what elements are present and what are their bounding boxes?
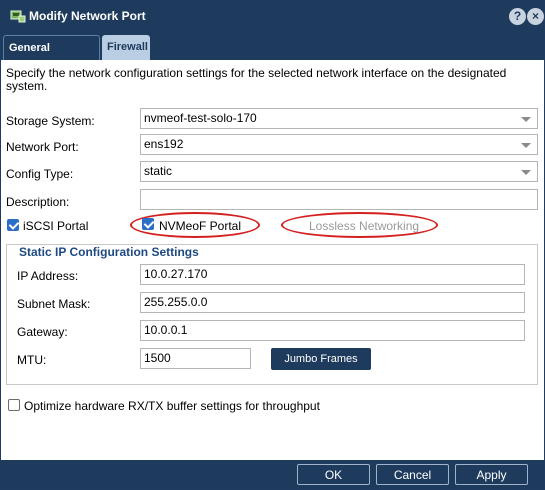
apply-button[interactable]: Apply [455,464,528,485]
subnet-mask-input[interactable]: 255.255.0.0 [140,292,525,313]
modify-network-port-dialog: Modify Network Port ? × General Settings… [0,0,545,490]
iscsi-portal-label: iSCSI Portal [23,219,89,233]
network-port-select[interactable]: ens192 [140,134,538,155]
nvmeof-portal-label: NVMeoF Portal [159,219,242,233]
mtu-input[interactable]: 1500 [140,348,251,369]
gateway-label: Gateway: [17,325,68,339]
lossless-networking-label: Lossless Networking [309,219,420,233]
tab-firewall[interactable]: Firewall [102,35,150,60]
iscsi-portal-checkbox[interactable] [7,219,19,231]
config-type-label: Config Type: [6,167,74,181]
network-port-value: ens192 [144,137,184,151]
cancel-button[interactable]: Cancel [376,464,449,485]
optimize-buffer-label: Optimize hardware RX/TX buffer settings … [24,399,320,413]
chevron-down-icon [521,143,531,148]
tab-strip: General Settings Firewall [1,32,544,79]
config-type-select[interactable]: static [140,161,538,182]
chevron-down-icon [521,117,531,122]
static-ip-legend: Static IP Configuration Settings [17,245,201,259]
mtu-label: MTU: [17,353,47,367]
ok-button[interactable]: OK [297,464,370,485]
help-icon[interactable]: ? [509,8,526,25]
tab-general-settings[interactable]: General Settings [3,35,100,79]
network-port-icon [10,10,26,23]
config-type-value: static [144,164,173,178]
title-bar[interactable]: Modify Network Port ? × [1,1,544,32]
storage-system-select[interactable]: nvmeof-test-solo-170 [140,108,538,129]
description-input[interactable] [140,189,538,210]
subnet-mask-label: Subnet Mask: [17,297,91,311]
storage-system-label: Storage System: [6,114,95,128]
optimize-buffer-checkbox[interactable] [8,399,20,411]
gateway-input[interactable]: 10.0.0.1 [140,320,525,341]
storage-system-value: nvmeof-test-solo-170 [144,111,257,125]
dialog-description: Specify the network configuration settin… [6,66,507,93]
window-title: Modify Network Port [29,9,146,23]
network-port-label: Network Port: [6,140,79,154]
ip-address-input[interactable]: 10.0.27.170 [140,264,525,285]
description-label: Description: [6,195,70,209]
nvmeof-portal-checkbox[interactable] [142,218,154,230]
ip-address-label: IP Address: [17,269,79,283]
close-icon[interactable]: × [527,8,544,25]
jumbo-frames-button[interactable]: Jumbo Frames [271,348,371,370]
chevron-down-icon [521,170,531,175]
